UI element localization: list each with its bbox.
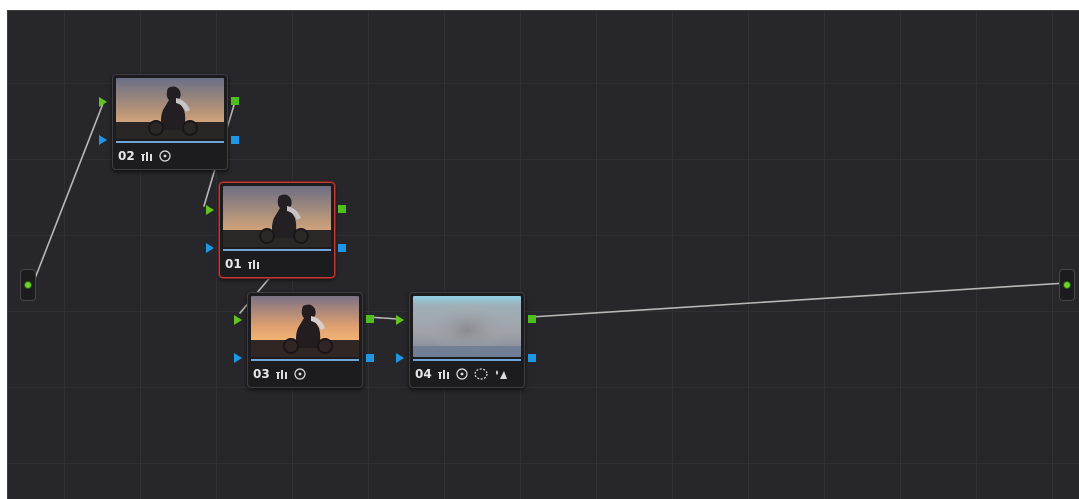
levels-icon (437, 369, 450, 379)
levels-icon (140, 151, 153, 161)
node-03-number: 03 (253, 367, 270, 381)
node-01[interactable]: 01 (206, 182, 346, 278)
circle-window-icon (456, 368, 468, 380)
node-02-label-row: 02 (118, 148, 171, 164)
node-02-key-output[interactable] (231, 136, 239, 144)
source-input-port[interactable] (20, 269, 36, 301)
node-04-thumbnail (413, 296, 521, 357)
source-input-dot[interactable] (24, 281, 32, 289)
node-03-status-bar (251, 359, 359, 361)
wire-04-to-output (530, 282, 1067, 318)
node-03-thumbnail (251, 296, 359, 357)
node-01-number: 01 (225, 257, 242, 271)
node-04-key-input[interactable] (396, 353, 404, 363)
node-01-thumbnail (223, 186, 331, 247)
node-graph-canvas[interactable]: 02 01 03 04 (7, 10, 1079, 499)
node-03-key-output[interactable] (366, 354, 374, 362)
output-dot[interactable] (1063, 281, 1071, 289)
circle-window-icon (159, 150, 171, 162)
node-02[interactable]: 02 (99, 74, 239, 170)
node-04-label-row: 04 (415, 366, 508, 382)
node-04[interactable]: 04 (396, 292, 536, 388)
node-04-number: 04 (415, 367, 432, 381)
node-02-key-input[interactable] (99, 135, 107, 145)
node-03-rgb-input[interactable] (234, 315, 242, 325)
node-03-rgb-output[interactable] (366, 315, 374, 323)
node-03-key-input[interactable] (234, 353, 242, 363)
node-04-rgb-output[interactable] (528, 315, 536, 323)
node-02-number: 02 (118, 149, 135, 163)
levels-icon (275, 369, 288, 379)
levels-icon (247, 259, 260, 269)
node-01-rgb-input[interactable] (206, 205, 214, 215)
output-port[interactable] (1059, 269, 1075, 301)
node-02-thumbnail (116, 78, 224, 139)
node-02-rgb-input[interactable] (99, 97, 107, 107)
node-01-key-input[interactable] (206, 243, 214, 253)
dotted-window-icon (474, 368, 488, 380)
node-01-label-row: 01 (225, 256, 260, 272)
circle-window-icon (294, 368, 306, 380)
node-03[interactable]: 03 (234, 292, 374, 388)
node-04-key-output[interactable] (528, 354, 536, 362)
node-04-status-bar (413, 359, 521, 361)
node-04-rgb-input[interactable] (396, 315, 404, 325)
node-02-status-bar (116, 141, 224, 143)
node-03-label-row: 03 (253, 366, 306, 382)
node-02-rgb-output[interactable] (231, 97, 239, 105)
node-01-rgb-output[interactable] (338, 205, 346, 213)
wire-input-to-02 (33, 100, 105, 282)
qualifier-icon (494, 368, 508, 380)
node-01-status-bar (223, 249, 331, 251)
node-01-key-output[interactable] (338, 244, 346, 252)
